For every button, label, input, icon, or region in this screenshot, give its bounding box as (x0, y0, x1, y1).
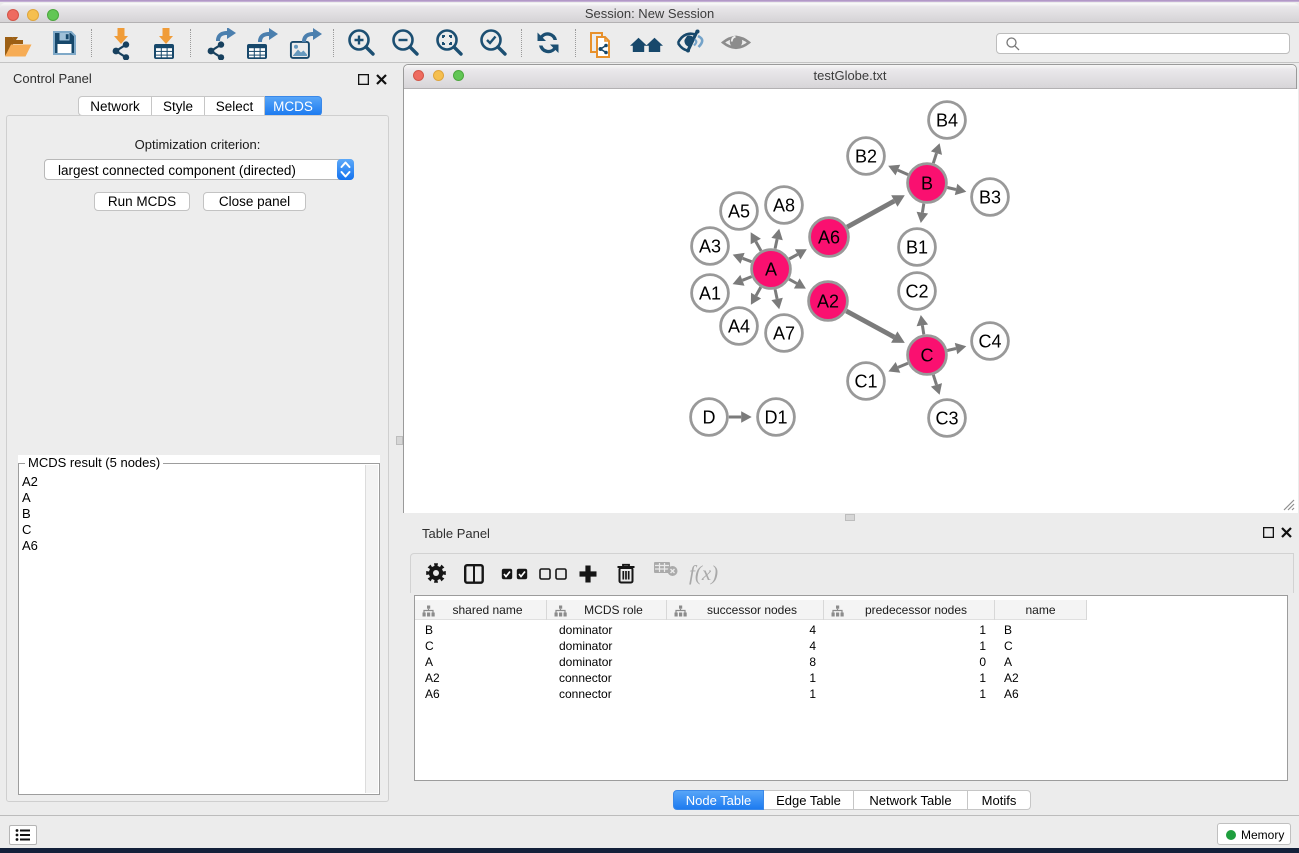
svg-text:C: C (921, 345, 934, 365)
svg-text:B1: B1 (906, 237, 928, 257)
svg-text:B3: B3 (979, 187, 1001, 207)
svg-text:A4: A4 (728, 316, 750, 336)
svg-text:D1: D1 (764, 407, 787, 427)
svg-text:C1: C1 (854, 371, 877, 391)
svg-text:B2: B2 (855, 146, 877, 166)
svg-text:B4: B4 (936, 110, 958, 130)
svg-text:A6: A6 (818, 227, 840, 247)
svg-text:A2: A2 (817, 291, 839, 311)
svg-text:C3: C3 (935, 408, 958, 428)
svg-text:C2: C2 (905, 281, 928, 301)
svg-text:A5: A5 (728, 201, 750, 221)
svg-text:A3: A3 (699, 236, 721, 256)
svg-text:A: A (765, 259, 777, 279)
svg-text:B: B (921, 173, 933, 193)
svg-text:A1: A1 (699, 283, 721, 303)
svg-text:A7: A7 (773, 323, 795, 343)
svg-text:A8: A8 (773, 195, 795, 215)
svg-text:D: D (703, 407, 716, 427)
svg-text:C4: C4 (978, 331, 1001, 351)
